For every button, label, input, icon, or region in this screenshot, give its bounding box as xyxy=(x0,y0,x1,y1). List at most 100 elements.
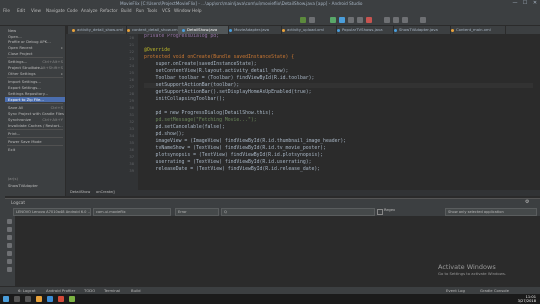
tool-tab-event-log[interactable]: Event Log xyxy=(446,288,465,293)
tab-content-detail-show[interactable]: content_detail_show.xml xyxy=(123,26,182,34)
menu-file[interactable]: File xyxy=(3,8,10,13)
menu-edit[interactable]: Edit xyxy=(17,8,25,13)
line-number: 26 xyxy=(129,77,134,82)
menu-item-label: Exit xyxy=(8,147,16,152)
menu-navigate[interactable]: Navigate xyxy=(46,8,65,13)
scroll-end-icon[interactable] xyxy=(7,227,12,232)
file-menu-item-invalidate-caches[interactable]: Invalidate Caches / Restart... xyxy=(8,123,64,128)
app-filter-selector[interactable]: Show only selected application xyxy=(445,208,537,216)
search-icon[interactable] xyxy=(420,17,426,23)
file-menu-item-close-project[interactable]: Close Project xyxy=(8,51,64,56)
menu-analyze[interactable]: Analyze xyxy=(81,8,98,13)
avd-manager-icon[interactable] xyxy=(393,17,399,23)
task-view-icon[interactable] xyxy=(25,296,31,302)
tab-detail-show[interactable]: DetailShow.java xyxy=(178,26,229,34)
log-level-selector[interactable]: Error xyxy=(175,208,219,216)
file-menu-item-save-all[interactable]: Save All Ctrl+S xyxy=(8,105,64,110)
file-menu-item-exit[interactable]: Exit xyxy=(8,147,64,152)
close-window-button[interactable]: ✕ xyxy=(530,0,540,7)
device-selector[interactable]: LENOVO Lenovo A7010a48 Android 6.0 ... xyxy=(13,208,91,216)
file-menu-item-export-settings[interactable]: Export Settings... xyxy=(8,85,64,90)
down-arrow-icon[interactable] xyxy=(7,243,12,248)
profiler-icon[interactable] xyxy=(348,17,354,23)
breadcrumb-class[interactable]: DetailShow xyxy=(70,190,90,194)
tab-popular-tv-shows[interactable]: PopularTVShows.java xyxy=(333,26,394,34)
run-icon[interactable] xyxy=(330,17,336,23)
project-tree-item[interactable]: ShowTVAdapter xyxy=(8,183,64,188)
stop-icon[interactable] xyxy=(366,17,372,23)
config-dropdown-icon[interactable] xyxy=(309,17,315,23)
debug-icon[interactable] xyxy=(339,17,345,23)
menu-view[interactable]: View xyxy=(31,8,41,13)
tab-activity-detail-show[interactable]: activity_detail_show.xml xyxy=(68,26,127,34)
file-menu-item-open-recent[interactable]: Open Recent ▸ xyxy=(8,45,64,50)
tool-tab-profiler[interactable]: Android Profiler xyxy=(46,288,75,293)
android-studio-icon[interactable] xyxy=(69,296,75,302)
tool-tab-terminal[interactable]: Terminal xyxy=(104,288,120,293)
logcat-search-input[interactable]: Q xyxy=(221,208,375,216)
line-number: 34 xyxy=(129,133,134,138)
xml-file-icon xyxy=(282,28,285,32)
file-menu-item-project-structure[interactable]: Project Structure... Ctrl+Alt+Shift+S xyxy=(8,65,64,70)
trash-icon[interactable] xyxy=(7,219,12,224)
file-menu-item-settings-repository[interactable]: Settings Repository... xyxy=(8,91,64,96)
file-menu-item-new[interactable]: New xyxy=(8,28,64,33)
tool-tab-build[interactable]: Build xyxy=(131,288,141,293)
menu-help[interactable]: Help xyxy=(192,8,202,13)
sync-icon[interactable] xyxy=(384,17,390,23)
package-selector[interactable]: com.ui.movieflix xyxy=(93,208,171,216)
file-menu-item-settings[interactable]: Settings... Ctrl+Alt+S xyxy=(8,59,64,64)
code-line: pd.show(); xyxy=(144,132,185,137)
up-arrow-icon[interactable] xyxy=(7,235,12,240)
tab-label: MovieAdapter.java xyxy=(234,27,270,32)
tool-tab-gradle-console[interactable]: Gradle Console xyxy=(480,288,509,293)
breadcrumb-method[interactable]: onCreate() xyxy=(96,190,115,194)
file-menu-item-sync-gradle[interactable]: Sync Project with Gradle Files xyxy=(8,111,64,116)
file-explorer-icon[interactable] xyxy=(36,296,42,302)
maximize-button[interactable]: ☐ xyxy=(520,0,530,7)
tool-tab-todo[interactable]: TODO xyxy=(84,288,95,293)
taskbar-clock[interactable]: 11:01 3/27/2018 xyxy=(518,295,536,303)
search-icon[interactable] xyxy=(14,296,20,302)
code-line: pd.setMessage("Fetching Movie..."); xyxy=(144,118,257,123)
tool-tab-logcat[interactable]: 6: Logcat xyxy=(18,288,36,293)
file-menu-item-other-settings[interactable]: Other Settings ▸ xyxy=(8,71,64,76)
edge-browser-icon[interactable] xyxy=(47,296,53,302)
regex-checkbox[interactable] xyxy=(377,209,383,215)
sdk-manager-icon[interactable] xyxy=(402,17,408,23)
menu-build[interactable]: Build xyxy=(121,8,132,13)
code-editor[interactable]: private ProgressDialog pd; @Override pro… xyxy=(138,34,540,190)
file-menu-item-print[interactable]: Print... xyxy=(8,131,64,136)
minimize-button[interactable]: — xyxy=(510,0,520,7)
restart-icon[interactable] xyxy=(7,251,12,256)
file-menu-item-power-save[interactable]: Power Save Mode xyxy=(8,139,64,144)
java-class-icon xyxy=(337,28,340,32)
gear-icon[interactable]: ⚙ xyxy=(525,199,529,205)
tab-activity-upload[interactable]: activity_upload.xml xyxy=(278,26,337,34)
tab-show-tv-adapter[interactable]: ShowTVAdapter.java xyxy=(390,26,451,34)
code-line: super.onCreate(savedInstanceState); xyxy=(144,62,257,67)
file-menu-item-synchronize[interactable]: Synchronize Ctrl+Alt+Y xyxy=(8,117,64,122)
menu-tools[interactable]: Tools xyxy=(147,8,157,13)
screenshot-icon[interactable] xyxy=(7,259,12,264)
menu-run[interactable]: Run xyxy=(136,8,144,13)
tab-content-main[interactable]: Content_main.xml xyxy=(447,26,506,34)
menu-vcs[interactable]: VCS xyxy=(162,8,170,13)
file-menu-item-import-settings[interactable]: Import Settings... xyxy=(8,79,64,84)
record-icon[interactable] xyxy=(7,267,12,272)
xml-file-icon xyxy=(127,28,130,32)
menu-refactor[interactable]: Refactor xyxy=(100,8,118,13)
menu-window[interactable]: Window xyxy=(174,8,191,13)
tab-movie-adapter[interactable]: MovieAdapter.java xyxy=(225,26,282,34)
menu-code[interactable]: Code xyxy=(67,8,78,13)
menu-item-label: Export to Zip File... xyxy=(8,97,44,102)
chrome-icon[interactable] xyxy=(58,296,64,302)
attach-icon[interactable] xyxy=(357,17,363,23)
hammer-icon[interactable] xyxy=(300,17,306,23)
file-menu-item-profile-apk[interactable]: Profile or Debug APK... xyxy=(8,39,64,44)
windows-start-icon[interactable] xyxy=(3,296,9,302)
code-line: private ProgressDialog pd; xyxy=(144,34,220,39)
file-menu-item-export-zip[interactable]: Export to Zip File... xyxy=(5,97,65,102)
line-number: 27 xyxy=(129,84,134,89)
editor-scrollbar[interactable] xyxy=(533,34,540,190)
